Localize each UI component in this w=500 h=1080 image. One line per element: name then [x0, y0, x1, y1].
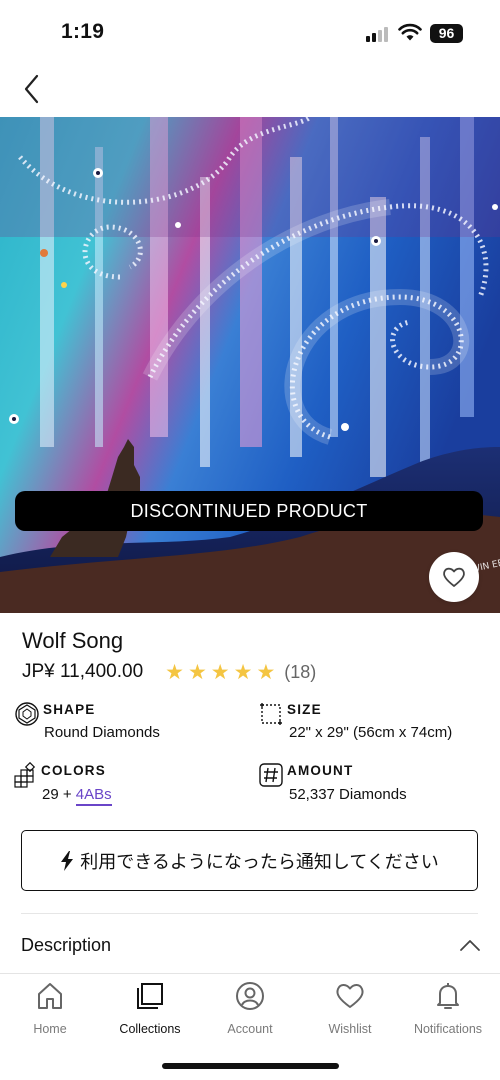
heart-icon	[336, 984, 364, 1008]
review-count[interactable]: (18)	[284, 662, 316, 683]
battery-indicator: 96	[430, 24, 463, 43]
chevron-up-icon	[460, 940, 480, 951]
star-icon: ★	[187, 660, 207, 684]
product-price: JP¥ 11,400.00	[22, 661, 144, 682]
product-title: Wolf Song	[22, 628, 124, 653]
spec-colors-value: 29 + 4ABs	[42, 786, 112, 806]
tab-account-label: Account	[227, 1022, 273, 1036]
star-rating[interactable]: ★ ★ ★ ★ ★	[165, 662, 275, 683]
chevron-left-icon	[24, 74, 39, 104]
star-icon: ★	[210, 660, 230, 684]
spec-amount-value: 52,337 Diamonds	[289, 786, 407, 803]
star-icon: ★	[256, 660, 276, 684]
star-icon: ★	[165, 660, 184, 684]
account-icon	[236, 982, 264, 1010]
spec-shape-value: Round Diamonds	[44, 724, 160, 741]
diamond-shape-icon	[15, 702, 39, 726]
home-icon	[38, 983, 62, 1009]
tab-home-label: Home	[33, 1022, 67, 1036]
status-time: 1:19	[61, 20, 105, 43]
bell-icon	[437, 983, 459, 1009]
tab-wishlist-label: Wishlist	[328, 1022, 372, 1036]
heart-icon	[443, 567, 465, 587]
notify-button-label: 利用できるようになったら通知してください	[80, 851, 439, 872]
spec-colors-label: COLORS	[41, 763, 106, 778]
star-icon: ★	[233, 660, 253, 684]
spec-amount: AMOUNT	[258, 762, 353, 788]
tab-home[interactable]: Home	[0, 980, 100, 1036]
price-rating-row: JP¥ 11,400.00 ★ ★ ★ ★ ★ (18)	[22, 661, 316, 683]
add-to-wishlist-button[interactable]	[429, 552, 479, 602]
tab-collections-label: Collections	[119, 1022, 181, 1036]
tab-account[interactable]: Account	[200, 980, 300, 1036]
spec-size-value: 22" x 29" (56cm x 74cm)	[289, 724, 453, 741]
discontinued-badge: DISCONTINUED PRODUCT	[15, 491, 483, 531]
lightning-icon	[61, 850, 74, 871]
divider	[21, 913, 478, 914]
back-button[interactable]	[16, 72, 46, 106]
wifi-icon	[398, 23, 422, 42]
spec-amount-label: AMOUNT	[287, 763, 354, 778]
product-image: WIN EFFY DISCONTINUED PRODUCT	[0, 117, 500, 613]
cellular-signal-icon	[366, 26, 390, 42]
home-indicator	[162, 1063, 339, 1069]
tab-collections[interactable]: Collections	[100, 980, 200, 1036]
description-accordion[interactable]: Description	[21, 925, 481, 965]
tab-wishlist[interactable]: Wishlist	[300, 980, 400, 1036]
colors-count: 29 +	[42, 786, 76, 803]
color-grid-icon	[14, 762, 36, 788]
tab-notifications-label: Notifications	[413, 1022, 483, 1036]
ab-colors-link[interactable]: 4ABs	[75, 786, 112, 806]
description-title: Description	[21, 934, 112, 955]
notify-when-available-button[interactable]: 利用できるようになったら通知してください	[21, 830, 478, 891]
collections-icon	[137, 983, 163, 1009]
status-bar: 1:19 96	[0, 0, 500, 62]
spec-colors: COLORS	[12, 762, 106, 788]
tab-notifications[interactable]: Notifications	[398, 980, 498, 1036]
hash-icon	[259, 763, 283, 787]
canvas-size-icon	[260, 703, 282, 725]
